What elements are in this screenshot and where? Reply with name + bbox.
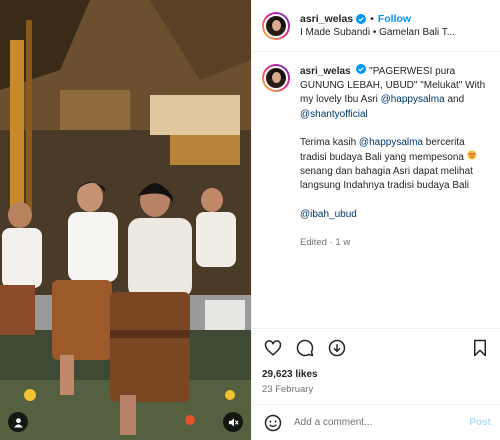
share-icon[interactable] xyxy=(326,337,348,359)
caption-text: senang dan bahagia Asri dapat melihat la… xyxy=(300,166,473,192)
edited-label: Edited xyxy=(300,236,327,248)
mention-link[interactable]: @happysalma xyxy=(359,137,423,148)
smiley-icon[interactable] xyxy=(262,412,284,434)
post-video[interactable] xyxy=(0,0,251,440)
comment-icon[interactable] xyxy=(294,337,316,359)
mention-link[interactable]: @shantyofficial xyxy=(300,109,368,120)
post-date[interactable]: 23 February xyxy=(262,384,491,395)
caption-username[interactable]: asri_welas xyxy=(300,66,351,77)
header-username[interactable]: asri_welas xyxy=(300,12,353,26)
user-tag-icon[interactable] xyxy=(8,412,28,432)
speaker-muted-icon[interactable] xyxy=(223,412,243,432)
audio-track-link[interactable]: I Made Subandi • Gamelan Bali T... xyxy=(300,26,455,40)
comment-bar: Add a comment... Post xyxy=(252,404,500,440)
post-details-panel: asri_welas • Follow I Made Subandi • Gam… xyxy=(251,0,500,440)
heart-icon[interactable] xyxy=(262,337,284,359)
likes-count[interactable]: 29,623 likes xyxy=(262,369,491,380)
post-comment-button[interactable]: Post xyxy=(469,417,491,428)
edited-timestamp: Edited · 1 w xyxy=(300,236,490,249)
post-actions: 29,623 likes 23 February xyxy=(252,328,500,395)
verified-badge-icon xyxy=(356,13,367,24)
bookmark-icon[interactable] xyxy=(469,337,491,359)
caption-conjunction: and xyxy=(447,94,465,106)
caption-text: Terima kasih xyxy=(300,136,357,148)
video-frame-image xyxy=(0,0,251,440)
post-header: asri_welas • Follow I Made Subandi • Gam… xyxy=(252,0,500,52)
relative-time[interactable]: 1 w xyxy=(335,237,350,248)
caption-avatar[interactable] xyxy=(262,64,290,92)
mention-link[interactable]: @ibah_ubud xyxy=(300,209,357,220)
separator-dot: • xyxy=(370,12,374,25)
comment-input[interactable]: Add a comment... xyxy=(294,417,469,428)
follow-button[interactable]: Follow xyxy=(378,12,411,26)
heart-eyes-emoji-icon xyxy=(467,150,477,160)
avatar[interactable] xyxy=(262,11,290,40)
instagram-post: asri_welas • Follow I Made Subandi • Gam… xyxy=(0,0,500,440)
verified-badge-icon xyxy=(356,64,367,74)
caption: asri_welas "PAGERWESI pura GUNUNG LEBAH,… xyxy=(252,52,500,322)
mention-link[interactable]: @happysalma xyxy=(381,94,445,105)
